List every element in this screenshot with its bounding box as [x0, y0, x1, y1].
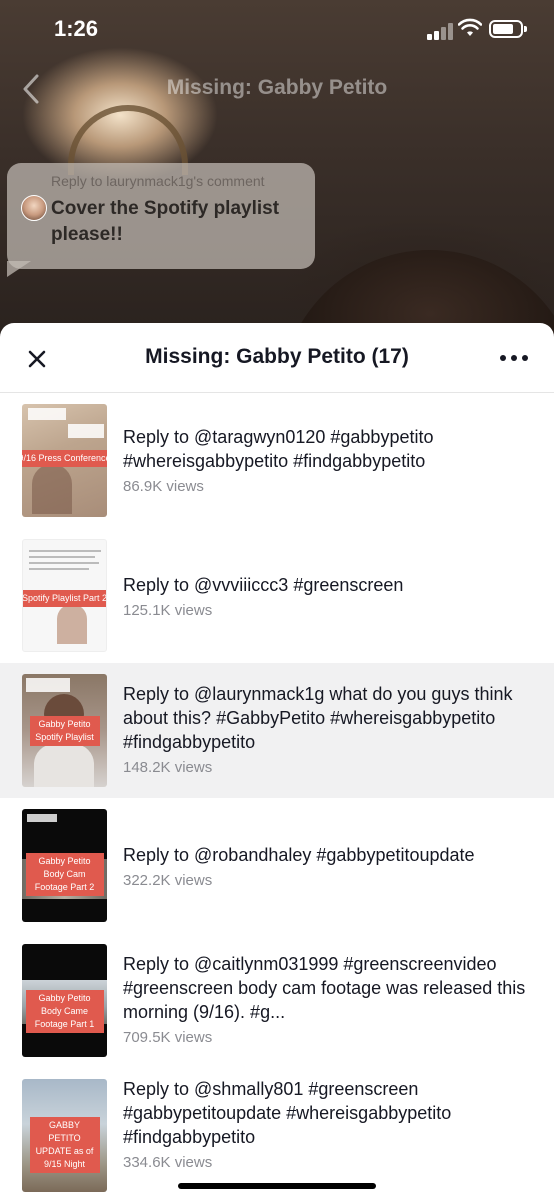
battery-icon	[489, 20, 527, 38]
playlist-item[interactable]: Spotify Playlist Part 2 Reply to @vvviii…	[0, 528, 554, 663]
item-views: 148.2K views	[123, 759, 213, 776]
item-info: Reply to @taragwyn0120 #gabbypetito #whe…	[123, 425, 533, 495]
video-thumbnail: Spotify Playlist Part 2	[22, 539, 107, 652]
status-bar: 1:26	[0, 0, 554, 60]
status-time: 1:26	[54, 16, 99, 41]
playlist-item[interactable]: Gabby Petito Body Came Footage Part 1 Re…	[0, 933, 554, 1068]
item-info: Reply to @vvviiiccc3 #greenscreen 125.1K…	[123, 573, 533, 619]
item-views: 709.5K views	[123, 1029, 213, 1046]
thumbnail-label: Spotify Playlist Part 2	[23, 590, 106, 607]
video-thumbnail: Gabby Petito Body Came Footage Part 1	[22, 944, 107, 1057]
thumbnail-label: Gabby Petito Body Came Footage Part 1	[25, 990, 104, 1033]
commenter-avatar	[21, 195, 47, 221]
item-views: 334.6K views	[123, 1154, 213, 1171]
item-info: Reply to @caitlynm031999 #greenscreenvid…	[123, 952, 533, 1046]
playlist-item[interactable]: 9/16 Press Conference Reply to @taragwyn…	[0, 393, 554, 528]
thumbnail-label: 9/16 Press Conference	[22, 450, 107, 467]
reply-comment-sticker: Reply to laurynmack1g's comment Cover th…	[7, 163, 315, 277]
video-thumbnail: GABBY PETITO UPDATE as of 9/15 Night	[22, 1079, 107, 1192]
item-caption: Reply to @robandhaley #gabbypetitoupdate	[123, 845, 475, 865]
item-caption: Reply to @taragwyn0120 #gabbypetito #whe…	[123, 427, 434, 471]
item-caption: Reply to @vvviiiccc3 #greenscreen	[123, 575, 404, 595]
item-info: Reply to @robandhaley #gabbypetitoupdate…	[123, 843, 533, 889]
playlist-title: Missing: Gabby Petito (17)	[145, 345, 409, 368]
thumbnail-label: GABBY PETITO UPDATE as of 9/15 Night	[29, 1117, 100, 1173]
item-info: Reply to @laurynmack1g what do you guys …	[123, 682, 533, 776]
item-views: 322.2K views	[123, 872, 213, 889]
more-options-icon[interactable]	[500, 350, 530, 364]
video-title: Missing: Gabby Petito	[166, 76, 388, 99]
sticker-reply-to: Reply to laurynmack1g's comment	[51, 173, 265, 189]
item-caption: Reply to @caitlynm031999 #greenscreenvid…	[123, 954, 526, 1022]
item-views: 125.1K views	[123, 602, 213, 619]
thumbnail-label: Gabby Petito Body Cam Footage Part 2	[25, 853, 104, 896]
playlist-item[interactable]: Gabby Petito Body Cam Footage Part 2 Rep…	[0, 798, 554, 933]
item-caption: Reply to @shmally801 #greenscreen #gabby…	[123, 1079, 452, 1147]
item-views: 86.9K views	[123, 478, 204, 495]
cellular-signal-icon	[427, 22, 453, 40]
video-thumbnail: Gabby Petito Spotify Playlist	[22, 674, 107, 787]
playlist-sheet: Missing: Gabby Petito (17) 9/16 Press Co…	[0, 323, 554, 1200]
video-thumbnail: 9/16 Press Conference	[22, 404, 107, 517]
sheet-header: Missing: Gabby Petito (17)	[0, 323, 554, 393]
sticker-tail	[7, 261, 31, 277]
home-indicator[interactable]	[178, 1183, 376, 1189]
item-caption: Reply to @laurynmack1g what do you guys …	[123, 684, 513, 752]
video-thumbnail: Gabby Petito Body Cam Footage Part 2	[22, 809, 107, 922]
playlist-item-current[interactable]: Gabby Petito Spotify Playlist Reply to @…	[0, 663, 554, 798]
playlist-item[interactable]: GABBY PETITO UPDATE as of 9/15 Night Rep…	[0, 1068, 554, 1200]
thumbnail-label: Gabby Petito Spotify Playlist	[29, 716, 100, 746]
item-info: Reply to @shmally801 #greenscreen #gabby…	[123, 1077, 533, 1171]
wifi-icon	[458, 18, 482, 36]
sticker-comment-text: Cover the Spotify playlist please!!	[51, 198, 280, 245]
